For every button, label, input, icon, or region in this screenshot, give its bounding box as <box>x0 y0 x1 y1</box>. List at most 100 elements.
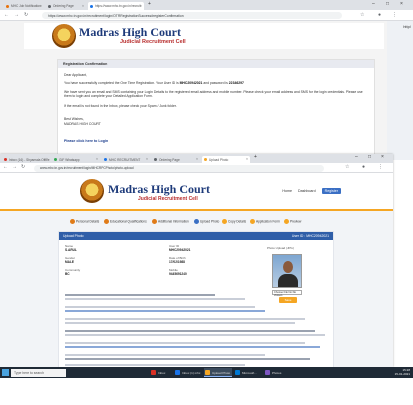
close-tab-icon[interactable]: × <box>246 157 248 161</box>
close-window-icon[interactable]: × <box>400 1 403 7</box>
step-check-icon <box>152 219 157 224</box>
step-educational[interactable]: Educational Qualifications <box>104 219 147 224</box>
clock-date: 15-01-2021 <box>394 372 410 376</box>
close-tab-icon[interactable]: × <box>146 157 148 161</box>
step-pending-icon <box>250 219 255 224</box>
bottom-margin <box>0 378 413 405</box>
signoff-court: MADRAS HIGH COURT <box>64 122 101 126</box>
dashboard-link[interactable]: Dashboard <box>298 189 316 193</box>
step-label: Upload Photo <box>200 219 220 224</box>
menu-icon[interactable]: ⋮ <box>378 164 383 170</box>
instruction-line <box>65 358 310 360</box>
taskbar-item[interactable]: Inbox <box>150 368 172 377</box>
reload-icon[interactable]: ↻ <box>24 12 28 18</box>
step-label: Copy Details <box>228 219 247 224</box>
close-tab-icon[interactable]: × <box>140 4 142 8</box>
taskbar-clock[interactable]: 15:28 15-01-2021 <box>395 368 410 376</box>
field-value-name: S.ARUL <box>65 248 77 252</box>
taskbar-item[interactable]: Microsoft... <box>234 368 262 377</box>
tab-favicon-icon <box>104 158 107 161</box>
register-button[interactable]: Register <box>321 188 341 194</box>
profile-icon[interactable]: ● <box>362 164 365 170</box>
tab-label: Ordering Page <box>53 4 74 8</box>
close-tab-icon[interactable]: × <box>196 157 198 161</box>
maximize-icon[interactable]: □ <box>368 154 371 160</box>
app-icon <box>151 370 156 375</box>
tab-mhc-recruit[interactable]: https://www.mhc.tn.gov.in/recruit × <box>88 2 144 10</box>
tab-label: MHC Job Notification <box>11 4 41 8</box>
field-value-mobile: 9445691240 <box>169 272 187 276</box>
tab-label: GIF Whatsapp <box>59 157 80 162</box>
home-link[interactable]: Home <box>282 189 292 193</box>
url-field[interactable]: www.mhc.tn.gov.in/recruitment/login/MHCR… <box>34 164 324 172</box>
instruction-line <box>65 306 255 308</box>
close-tab-icon[interactable]: × <box>96 157 98 161</box>
reload-icon[interactable]: ↻ <box>21 164 25 170</box>
login-link[interactable]: Please click here to Login <box>64 139 108 143</box>
step-application-form[interactable]: Application Form <box>250 219 280 224</box>
step-additional-info[interactable]: Additional Information <box>152 219 189 224</box>
close-tab-icon[interactable]: × <box>82 4 84 8</box>
tab-bar: MHC Job Notification × Ordering Page × h… <box>0 0 413 10</box>
step-upload-photo[interactable]: Upload Photo <box>194 219 219 224</box>
close-tab-icon[interactable]: × <box>46 157 48 161</box>
profile-icon[interactable]: ● <box>378 12 381 18</box>
form-user-id: User ID : MHC20942021 <box>291 234 329 238</box>
windows-start-icon[interactable] <box>2 369 9 376</box>
save-button[interactable]: Save <box>279 297 297 303</box>
form-heading: Upload Photo User ID : MHC20942021 <box>59 232 333 240</box>
maximize-icon[interactable]: □ <box>386 1 389 7</box>
tab-favicon-icon <box>6 4 9 8</box>
line-text: and password is <box>202 81 229 85</box>
windows-taskbar: Type here to search Inbox Inbox (1) mhc … <box>0 367 413 378</box>
step-label: Educational Qualifications <box>110 219 147 224</box>
instruction-line <box>65 364 245 366</box>
taskbar-item[interactable]: Photos <box>264 368 288 377</box>
forward-arrow-icon[interactable]: → <box>14 12 19 18</box>
instruction-line <box>65 318 305 320</box>
step-label: Preview <box>290 219 302 224</box>
taskbar-search-input[interactable]: Type here to search <box>11 368 66 377</box>
instruction-line <box>65 342 305 344</box>
taskbar-item[interactable]: Upload Photo <box>204 368 232 377</box>
tab-favicon-icon <box>154 158 157 161</box>
choose-file-input[interactable]: Choose File No file chosen <box>272 290 302 297</box>
instruction-line <box>65 298 245 300</box>
forward-arrow-icon[interactable]: → <box>12 164 17 170</box>
tab-label: Inbox (16) - Shyamala Office <box>9 157 50 162</box>
step-preview[interactable]: Preview <box>284 219 301 224</box>
tab-ordering-page[interactable]: Ordering Page × <box>46 2 86 10</box>
star-icon[interactable]: ☆ <box>360 12 364 18</box>
password-value: 22346297 <box>228 81 244 85</box>
app-icon <box>175 370 180 375</box>
close-window-icon[interactable]: × <box>381 154 384 160</box>
step-label: Application Form <box>256 219 280 224</box>
star-icon[interactable]: ☆ <box>345 164 349 170</box>
taskbar-item-label: Inbox (1) mhc <box>182 371 201 375</box>
step-copy-details[interactable]: Copy Details <box>222 219 246 224</box>
step-pending-icon <box>284 219 289 224</box>
site-subtitle: Judicial Recruitment Cell <box>120 39 186 45</box>
tab-bar: Inbox (16) - Shyamala Office × GIF Whatsa… <box>0 154 393 164</box>
taskbar-item[interactable]: Inbox (1) mhc <box>174 368 202 377</box>
close-tab-icon[interactable]: × <box>40 4 42 8</box>
url-field[interactable]: https://www.mhc.tn.gov.in/recruitment/lo… <box>42 12 342 19</box>
card-heading: Registration Confirmation <box>58 60 374 68</box>
photo-face <box>283 261 293 273</box>
step-personal-details[interactable]: Personal Details <box>70 219 99 224</box>
new-tab-icon[interactable]: + <box>254 154 257 160</box>
gmail-icon <box>4 158 7 161</box>
upload-photo-card: Upload Photo User ID : MHC20942021 Name … <box>58 231 334 367</box>
front-page: Madras High Court Judicial Recruitment C… <box>0 173 393 367</box>
top-links: Home Dashboard Register <box>277 188 341 194</box>
tab-label: https://www.mhc.tn.gov.in/recruit <box>95 4 141 8</box>
back-arrow-icon[interactable]: ← <box>3 164 8 170</box>
new-tab-icon[interactable]: + <box>148 1 151 7</box>
menu-icon[interactable]: ⋮ <box>392 12 397 18</box>
tab-mhc-job[interactable]: MHC Job Notification × <box>4 2 44 10</box>
photo-label: Photo Upload (JPG) <box>267 246 294 250</box>
minimize-icon[interactable]: – <box>372 1 375 7</box>
back-arrow-icon[interactable]: ← <box>4 12 9 18</box>
minimize-icon[interactable]: – <box>355 154 358 160</box>
site-title: Madras High Court <box>108 182 210 196</box>
